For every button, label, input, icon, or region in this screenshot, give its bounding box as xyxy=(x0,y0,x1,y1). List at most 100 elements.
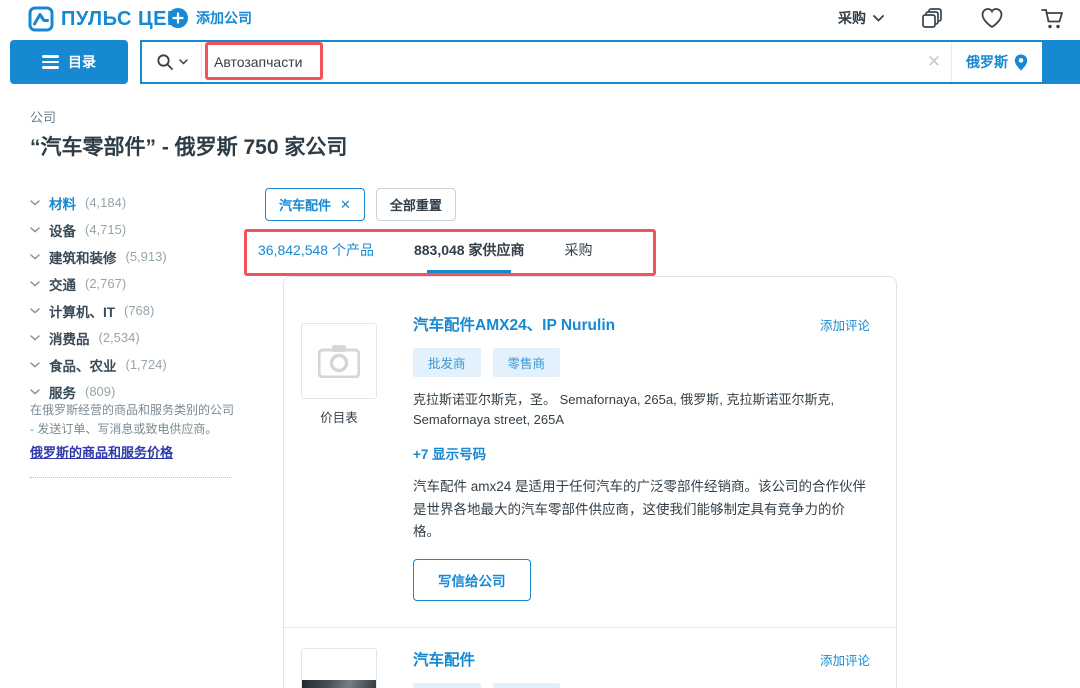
sidebar-prices-link[interactable]: 俄罗斯的商品和服务价格 xyxy=(30,442,173,461)
sidebar-item-materials[interactable]: 材料 (4,184) xyxy=(30,189,242,216)
company-card: 价目表 汽车配件 添加评论 批发商 零售商 十月镇村，呃。 121，奥斯特罗夫齐… xyxy=(284,627,896,688)
company-photo-placeholder xyxy=(301,323,377,399)
remove-filter-icon[interactable]: ✕ xyxy=(340,197,351,213)
company-address: 克拉斯诺亚尔斯克，圣。 Semafornaya, 265a, 俄罗斯, 克拉斯诺… xyxy=(413,390,843,430)
reset-all-button[interactable]: 全部重置 xyxy=(376,188,456,221)
chevron-down-icon xyxy=(179,59,188,65)
search-type-dropdown[interactable] xyxy=(142,42,202,82)
company-title-link[interactable]: 汽车配件 xyxy=(413,648,475,670)
filter-chips: 汽车配件 ✕ 全部重置 xyxy=(265,188,456,221)
chevron-down-icon xyxy=(30,200,40,206)
category-label: 服务 xyxy=(49,382,76,402)
filter-chip-auto-parts[interactable]: 汽车配件 ✕ xyxy=(265,188,365,221)
category-count: (4,715) xyxy=(85,222,126,237)
filter-chip-label: 汽车配件 xyxy=(279,195,331,214)
category-label: 消费品 xyxy=(49,328,90,348)
category-label: 交通 xyxy=(49,274,76,294)
category-count: (5,913) xyxy=(126,249,167,264)
category-count: (1,724) xyxy=(126,357,167,372)
reset-all-label: 全部重置 xyxy=(390,195,442,214)
category-label: 计算机、IT xyxy=(49,301,115,321)
sidebar-item-computers-it[interactable]: 计算机、IT (768) xyxy=(30,297,242,324)
chevron-down-icon xyxy=(30,308,40,314)
company-badges: 批发商 零售商 xyxy=(413,348,870,377)
add-company-button[interactable]: 添加公司 xyxy=(168,8,252,28)
badge-wholesaler: 批发商 xyxy=(413,348,481,377)
page: ПУЛЬС ЦЕН 添加公司 采购 xyxy=(0,0,1080,688)
catalog-button[interactable]: 目录 xyxy=(10,40,128,84)
plus-circle-icon xyxy=(168,8,188,28)
logo[interactable]: ПУЛЬС ЦЕН xyxy=(28,6,182,32)
search-input[interactable] xyxy=(202,42,917,82)
compare-button[interactable] xyxy=(920,6,944,30)
company-card: 价目表 汽车配件AMX24、IP Nurulin 添加评论 批发商 零售商 克拉… xyxy=(284,277,896,601)
company-badges: 批发商 零售商 xyxy=(413,683,870,688)
company-card-body: 汽车配件 添加评论 批发商 零售商 十月镇村，呃。 121，奥斯特罗夫齐，圣。中… xyxy=(413,648,870,688)
show-phone-link[interactable]: +7 显示号码 xyxy=(413,443,870,463)
sidebar-item-transport[interactable]: 交通 (2,767) xyxy=(30,270,242,297)
favorites-button[interactable] xyxy=(980,7,1004,29)
procurement-menu[interactable]: 采购 xyxy=(838,8,884,28)
category-label: 材料 xyxy=(49,193,76,213)
category-count: (768) xyxy=(124,303,154,318)
location-pin-icon xyxy=(1014,54,1028,71)
badge-wholesaler: 批发商 xyxy=(413,683,481,688)
category-count: (2,534) xyxy=(99,330,140,345)
logo-text: ПУЛЬС ЦЕН xyxy=(61,8,182,31)
sidebar-item-construction[interactable]: 建筑和装修 (5,913) xyxy=(30,243,242,270)
page-title: “汽车零部件” - 俄罗斯 750 家公司 xyxy=(30,131,347,161)
results-container: 价目表 汽车配件AMX24、IP Nurulin 添加评论 批发商 零售商 克拉… xyxy=(283,276,897,688)
pulse-logo-icon xyxy=(28,6,54,32)
chevron-down-icon xyxy=(30,335,40,341)
category-count: (809) xyxy=(85,384,115,399)
search-icon xyxy=(156,53,174,71)
chevron-down-icon xyxy=(30,281,40,287)
company-thumb-column: 价目表 xyxy=(301,648,377,688)
sidebar-item-food-agriculture[interactable]: 食品、农业 (1,724) xyxy=(30,351,242,378)
sidebar-note: 在俄罗斯经营的商品和服务类别的公司 - 发送订单、写消息或致电供应商。 xyxy=(30,401,238,439)
category-count: (4,184) xyxy=(85,195,126,210)
company-description: 汽车配件 amx24 是适用于任何汽车的广泛零部件经销商。该公司的合作伙伴是世界… xyxy=(413,476,870,543)
chevron-down-icon xyxy=(30,227,40,233)
sidebar-divider xyxy=(30,477,232,478)
add-review-link[interactable]: 添加评论 xyxy=(820,650,870,669)
procurement-label: 采购 xyxy=(838,8,866,28)
region-selector[interactable]: 俄罗斯 xyxy=(951,42,1042,82)
chevron-down-icon xyxy=(873,15,884,22)
region-label: 俄罗斯 xyxy=(966,52,1008,72)
camera-icon xyxy=(318,344,360,378)
category-sidebar: 材料 (4,184) 设备 (4,715) 建筑和装修 (5,913) 交通 (… xyxy=(30,189,242,405)
sidebar-item-consumer-goods[interactable]: 消费品 (2,534) xyxy=(30,324,242,351)
sidebar-item-equipment[interactable]: 设备 (4,715) xyxy=(30,216,242,243)
layers-icon xyxy=(920,6,944,30)
heart-icon xyxy=(980,7,1004,29)
tab-procurement[interactable]: 采购 xyxy=(564,240,592,274)
chevron-down-icon xyxy=(30,389,40,395)
cart-button[interactable] xyxy=(1040,7,1064,30)
search-clear-icon[interactable]: ✕ xyxy=(917,52,951,72)
search-submit-button[interactable] xyxy=(1042,42,1078,82)
breadcrumb[interactable]: 公司 xyxy=(30,107,56,126)
company-thumb-column: 价目表 xyxy=(301,323,377,601)
category-count: (2,767) xyxy=(85,276,126,291)
price-list-link[interactable]: 价目表 xyxy=(301,407,377,426)
search-bar: ✕ 俄罗斯 xyxy=(140,40,1080,84)
hamburger-icon xyxy=(42,55,59,69)
company-photo-image xyxy=(302,680,376,688)
add-company-label: 添加公司 xyxy=(196,8,252,28)
category-label: 食品、农业 xyxy=(49,355,117,375)
chevron-down-icon xyxy=(30,254,40,260)
cart-icon xyxy=(1040,7,1064,30)
category-label: 建筑和装修 xyxy=(49,247,117,267)
header-actions: 采购 xyxy=(838,6,1064,30)
tab-products[interactable]: 36,842,548 个产品 xyxy=(258,240,374,274)
category-label: 设备 xyxy=(49,220,76,240)
write-to-company-button[interactable]: 写信给公司 xyxy=(413,559,531,601)
company-title-link[interactable]: 汽车配件AMX24、IP Nurulin xyxy=(413,313,615,335)
result-tabs: 36,842,548 个产品 883,048 家供应商 采购 xyxy=(258,240,592,274)
catalog-button-label: 目录 xyxy=(68,52,96,72)
add-review-link[interactable]: 添加评论 xyxy=(820,315,870,334)
top-bar: ПУЛЬС ЦЕН 添加公司 采购 xyxy=(0,0,1080,38)
tab-suppliers[interactable]: 883,048 家供应商 xyxy=(414,240,525,274)
company-card-body: 汽车配件AMX24、IP Nurulin 添加评论 批发商 零售商 克拉斯诺亚尔… xyxy=(413,313,870,601)
